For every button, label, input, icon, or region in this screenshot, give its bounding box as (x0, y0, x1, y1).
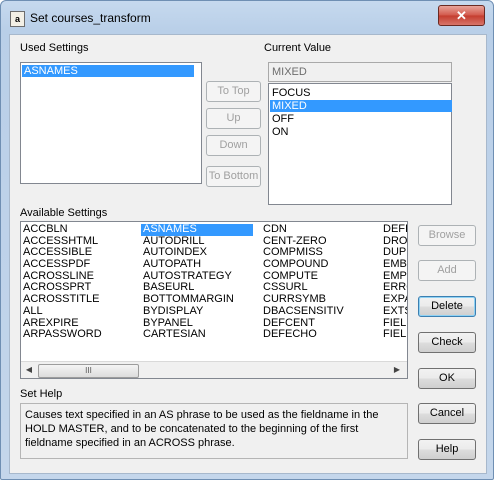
list-item[interactable]: CARTESIAN (141, 328, 253, 341)
list-item[interactable]: COMPOUND (261, 258, 346, 271)
horizontal-scrollbar[interactable]: ◀ III ▶ (21, 361, 407, 378)
list-item[interactable]: BYDISPLAY (141, 305, 253, 318)
to-bottom-button[interactable]: To Bottom (206, 166, 261, 187)
window-title: Set courses_transform (30, 11, 151, 25)
list-item[interactable]: CDN (261, 223, 346, 236)
list-item-selected[interactable]: ASNAMES (141, 223, 253, 236)
available-column-3: CDN CENT-ZERO COMPMISS COMPOUND COMPUTE … (261, 223, 346, 341)
delete-button[interactable]: Delete (418, 296, 476, 317)
current-value-field[interactable]: MIXED (268, 62, 452, 82)
value-option-on[interactable]: ON (270, 126, 442, 138)
list-item[interactable]: DBACSENSITIV (261, 305, 346, 318)
list-item[interactable]: AUTOPATH (141, 258, 253, 271)
list-item[interactable]: FIEL (381, 328, 407, 341)
list-item[interactable]: EXTS (381, 305, 407, 318)
value-option-focus[interactable]: FOCUS (270, 87, 442, 99)
list-item[interactable]: ACCBLN (21, 223, 104, 236)
add-button[interactable]: Add (418, 260, 476, 281)
app-icon: a (10, 11, 25, 27)
close-button[interactable]: ✕ (438, 5, 485, 26)
available-column-2: ASNAMES AUTODRILL AUTOINDEX AUTOPATH AUT… (141, 223, 253, 341)
list-item[interactable]: EMBE (381, 258, 407, 271)
dialog-window: a Set courses_transform ✕ Used Settings … (0, 0, 494, 480)
to-top-button[interactable]: To Top (206, 81, 261, 102)
value-option-mixed[interactable]: MIXED (270, 100, 452, 112)
scroll-left-icon[interactable]: ◀ (21, 362, 37, 378)
value-option-off[interactable]: OFF (270, 113, 442, 125)
up-button[interactable]: Up (206, 108, 261, 129)
dialog-body: Used Settings ASNAMES To Top Up Down To … (9, 34, 487, 474)
available-column-4: DEFI DRO DUPL EMBE EMPT ERRO EXPA EXTS F… (381, 223, 407, 341)
list-item[interactable]: DEFI (381, 223, 407, 236)
list-item[interactable]: DEFECHO (261, 328, 346, 341)
cancel-button[interactable]: Cancel (418, 403, 476, 424)
used-settings-label: Used Settings (20, 42, 89, 54)
list-item[interactable]: ARPASSWORD (21, 328, 104, 341)
list-item[interactable]: ALL (21, 305, 104, 318)
available-settings-list[interactable]: ACCBLN ACCESSHTML ACCESSIBLE ACCESSPDF A… (20, 221, 408, 379)
used-settings-item[interactable]: ASNAMES (22, 65, 194, 77)
available-column-1: ACCBLN ACCESSHTML ACCESSIBLE ACCESSPDF A… (21, 223, 104, 341)
down-button[interactable]: Down (206, 135, 261, 156)
set-help-text: Causes text specified in an AS phrase to… (20, 403, 408, 459)
help-button[interactable]: Help (418, 439, 476, 460)
ok-button[interactable]: OK (418, 368, 476, 389)
current-value-label: Current Value (264, 42, 332, 54)
set-help-label: Set Help (20, 388, 63, 400)
check-button[interactable]: Check (418, 332, 476, 353)
scroll-thumb[interactable]: III (38, 364, 139, 378)
browse-button[interactable]: Browse (418, 225, 476, 246)
title-bar: a Set courses_transform ✕ (1, 1, 493, 33)
list-item[interactable]: ACCESSPDF (21, 258, 104, 271)
used-settings-list[interactable]: ASNAMES (20, 62, 202, 184)
available-settings-label: Available Settings (20, 207, 108, 219)
scroll-right-icon[interactable]: ▶ (389, 362, 405, 378)
current-value-options[interactable]: FOCUS MIXED OFF ON (268, 83, 452, 205)
